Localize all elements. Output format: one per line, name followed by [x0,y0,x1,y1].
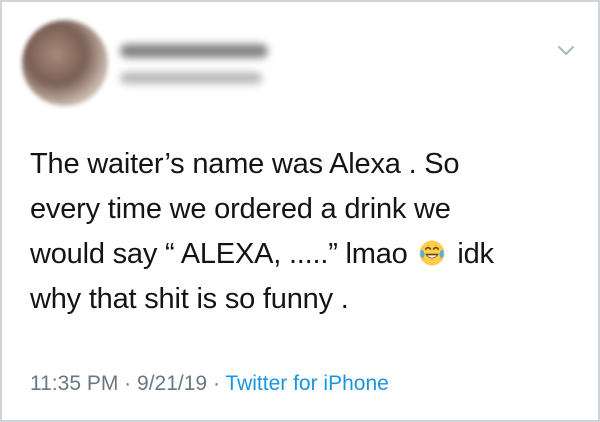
tweet-line-text: idk [457,238,494,270]
chevron-down-icon[interactable] [554,38,578,62]
avatar[interactable] [22,20,108,106]
meta-separator: · [124,372,132,395]
tweet-line-text: would say “ ALEXA, .....” lmao [30,238,408,270]
tweet-date[interactable]: 9/21/19 [137,372,207,395]
display-name-blurred[interactable] [120,44,268,58]
tweet-meta: 11:35 PM · 9/21/19 · Twitter for iPhone [30,372,389,396]
tweet-text: The waiter’s name was Alexa . So every t… [30,142,578,322]
meta-separator: · [212,372,220,395]
tweet-line: The waiter’s name was Alexa . So [30,148,460,180]
tweet-card: The waiter’s name was Alexa . So every t… [0,0,600,422]
tweet-time[interactable]: 11:35 PM [30,372,118,395]
face-with-tears-of-joy-icon [420,240,445,266]
tweet-line: every time we ordered a drink we [30,193,451,225]
tweet-source-link[interactable]: Twitter for iPhone [225,372,388,395]
tweet-line: would say “ ALEXA, .....” lmao idk [30,232,578,277]
tweet-line: why that shit is so funny . [30,283,349,315]
handle-blurred[interactable] [120,72,262,84]
